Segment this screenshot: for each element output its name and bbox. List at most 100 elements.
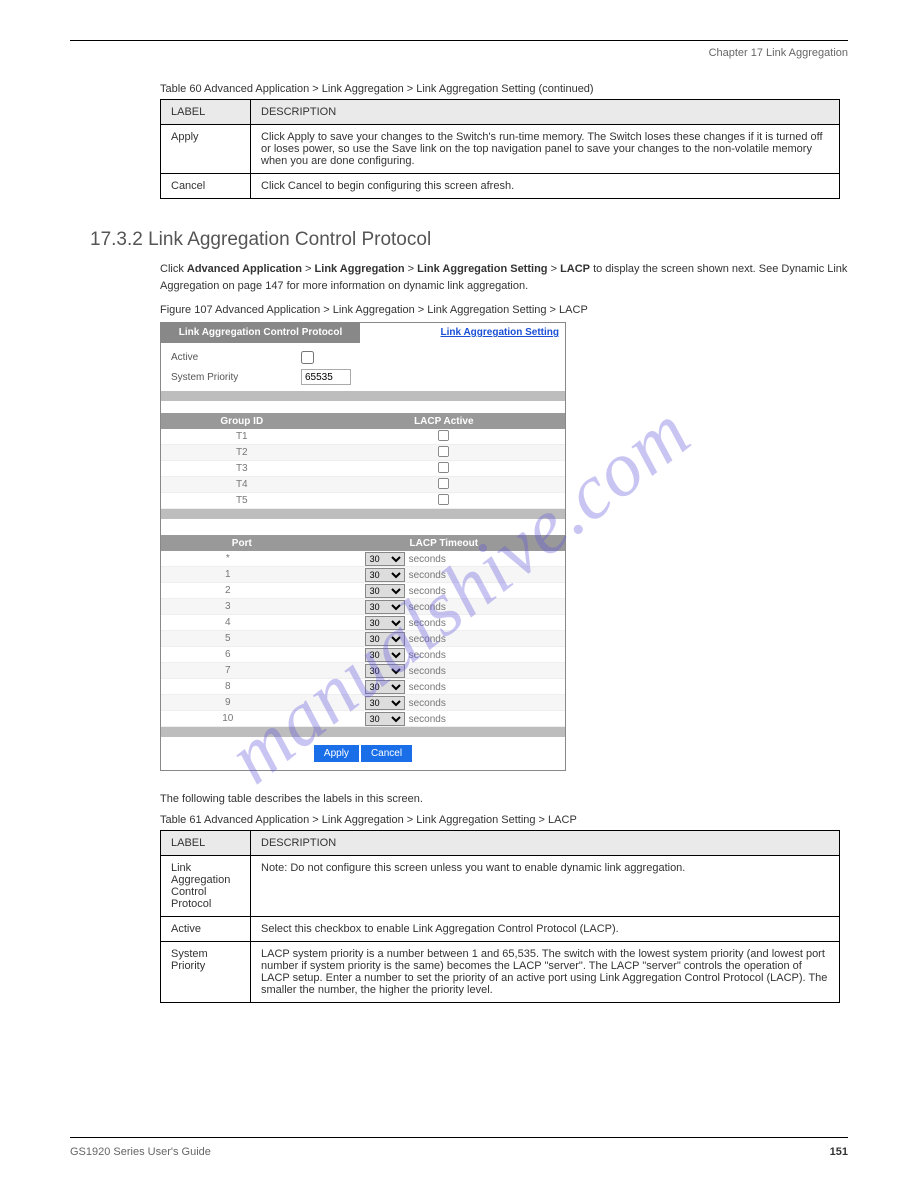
footer-page: 151 — [830, 1146, 848, 1158]
port-row: 7 30 seconds — [161, 663, 565, 679]
lacp-active-cell — [323, 477, 565, 493]
table-row: System Priority LACP system priority is … — [161, 941, 840, 1002]
port-cell: 4 — [161, 617, 295, 628]
panel-title: Link Aggregation Control Protocol — [161, 323, 360, 343]
timeout-select[interactable]: 30 — [365, 648, 405, 662]
port-cell: 9 — [161, 697, 295, 708]
port-cell: * — [161, 553, 295, 564]
text: > — [302, 263, 315, 275]
port-row: 530seconds — [161, 631, 565, 647]
timeout-cell: 30seconds — [295, 616, 565, 630]
timeout-select[interactable]: 30 — [365, 664, 405, 678]
cell-label: Link Aggregation Control Protocol — [161, 855, 251, 916]
th-port: Port — [161, 538, 323, 549]
text: Click — [160, 263, 187, 275]
lacp-active-checkbox[interactable] — [438, 477, 449, 488]
table-row: Apply Click Apply to save your changes t… — [161, 125, 840, 174]
unit-label: seconds — [409, 602, 446, 613]
port-cell: 10 — [161, 713, 295, 724]
timeout-select[interactable]: 30 — [365, 616, 405, 630]
lacp-active-checkbox[interactable] — [438, 429, 449, 440]
text-bold: LACP — [560, 263, 590, 275]
port-row: 6 30 seconds — [161, 647, 565, 663]
timeout-cell: 30 seconds — [295, 584, 565, 598]
table-top-caption: Table 60 Advanced Application > Link Agg… — [160, 83, 848, 95]
port-row: *30seconds — [161, 551, 565, 567]
settings-panel: Active System Priority — [161, 343, 565, 391]
timeout-select[interactable]: 30 — [365, 568, 405, 582]
th-lacp-timeout: LACP Timeout — [323, 538, 565, 549]
divider — [161, 727, 565, 737]
th-group-id: Group ID — [161, 416, 323, 427]
table-row: Link Aggregation Control Protocol Note: … — [161, 855, 840, 916]
lacp-active-checkbox[interactable] — [438, 493, 449, 504]
table-bottom-title: Table 61 Advanced Application > Link Agg… — [160, 814, 848, 826]
cell-desc: Click Cancel to begin configuring this s… — [251, 174, 840, 199]
port-cell: 5 — [161, 633, 295, 644]
port-row: 1030seconds — [161, 711, 565, 727]
active-label: Active — [171, 352, 301, 363]
spacer — [161, 401, 565, 413]
table-bottom: LABEL DESCRIPTION Link Aggregation Contr… — [160, 830, 840, 1003]
system-priority-input[interactable] — [301, 369, 351, 385]
th-lacp-active: LACP Active — [323, 416, 565, 427]
timeout-select[interactable]: 30 — [365, 584, 405, 598]
system-priority-label: System Priority — [171, 372, 301, 383]
timeout-cell: 30seconds — [295, 712, 565, 726]
timeout-select[interactable]: 30 — [365, 696, 405, 710]
port-row: 2 30 seconds — [161, 583, 565, 599]
cell-desc: LACP system priority is a number between… — [251, 941, 840, 1002]
timeout-select[interactable]: 30 — [365, 600, 405, 614]
cancel-button[interactable]: Cancel — [361, 745, 412, 762]
th-desc: DESCRIPTION — [251, 100, 840, 125]
port-row: 8 30 seconds — [161, 679, 565, 695]
cell-label: System Priority — [161, 941, 251, 1002]
unit-label: seconds — [409, 586, 446, 597]
apply-button[interactable]: Apply — [314, 745, 359, 762]
divider — [161, 509, 565, 519]
port-row: 330seconds — [161, 599, 565, 615]
port-cell: 8 — [161, 681, 295, 692]
timeout-select[interactable]: 30 — [365, 712, 405, 726]
lacp-active-checkbox[interactable] — [438, 461, 449, 472]
header-rule — [70, 40, 848, 41]
text-bold: Link Aggregation Setting — [417, 263, 547, 275]
cell-desc: Click Apply to save your changes to the … — [251, 125, 840, 174]
table-top: LABEL DESCRIPTION Apply Click Apply to s… — [160, 99, 840, 199]
port-table-head: Port LACP Timeout — [161, 535, 565, 551]
timeout-select[interactable]: 30 — [365, 680, 405, 694]
port-cell: 7 — [161, 665, 295, 676]
unit-label: seconds — [409, 666, 446, 677]
th-label: LABEL — [161, 830, 251, 855]
lacp-active-checkbox[interactable] — [438, 445, 449, 456]
chapter-header: Chapter 17 Link Aggregation — [70, 47, 848, 59]
group-id-cell: T2 — [161, 447, 323, 458]
timeout-cell: 30 seconds — [295, 600, 565, 614]
spacer — [161, 519, 565, 535]
text: > — [548, 263, 561, 275]
unit-label: seconds — [409, 650, 446, 661]
port-row: 130seconds — [161, 567, 565, 583]
port-row: 430seconds — [161, 615, 565, 631]
port-cell: 2 — [161, 585, 295, 596]
cell-desc: Select this checkbox to enable Link Aggr… — [251, 916, 840, 941]
figure-caption: Figure 107 Advanced Application > Link A… — [160, 304, 848, 316]
active-row: Active — [171, 347, 555, 367]
cell-label: Apply — [161, 125, 251, 174]
link-aggregation-setting-link[interactable]: Link Aggregation Setting — [440, 327, 559, 338]
group-row: T2 — [161, 445, 565, 461]
group-row: T3 — [161, 461, 565, 477]
unit-label: seconds — [409, 682, 446, 693]
port-cell: 6 — [161, 649, 295, 660]
cell-label: Cancel — [161, 174, 251, 199]
timeout-select[interactable]: 30 — [365, 632, 405, 646]
active-checkbox[interactable] — [301, 351, 314, 364]
timeout-cell: 30seconds — [295, 632, 565, 646]
cell-label: Active — [161, 916, 251, 941]
cell-desc: Note: Do not configure this screen unles… — [251, 855, 840, 916]
text: > — [405, 263, 418, 275]
timeout-select[interactable]: 30 — [365, 552, 405, 566]
timeout-cell: 30 seconds — [295, 648, 565, 662]
group-table-head: Group ID LACP Active — [161, 413, 565, 429]
th-label: LABEL — [161, 100, 251, 125]
